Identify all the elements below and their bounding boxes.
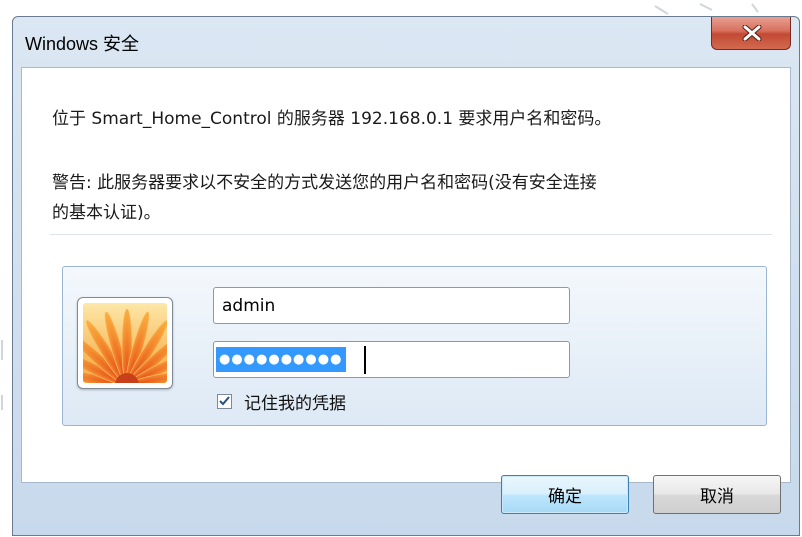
cancel-button[interactable]: 取消	[653, 475, 781, 514]
user-avatar	[77, 297, 173, 389]
username-field[interactable]	[213, 287, 570, 324]
title-bar[interactable]: Windows 安全	[13, 17, 799, 67]
password-field[interactable]: ●●●●●●●●●●	[213, 341, 570, 378]
checkmark-icon	[219, 396, 230, 406]
windows-security-dialog: Windows 安全 位于 Smart_Home_Control 的服务器 19…	[12, 16, 800, 536]
warning-message-line-1: 警告: 此服务器要求以不安全的方式发送您的用户名和密码(没有安全连接	[52, 173, 597, 193]
remember-credentials-option[interactable]: 记住我的凭据	[217, 391, 346, 414]
ok-button[interactable]: 确定	[501, 475, 629, 514]
warning-message-line-2: 的基本认证)。	[52, 203, 161, 223]
dialog-title: Windows 安全	[25, 34, 140, 54]
dialog-content: 位于 Smart_Home_Control 的服务器 192.168.0.1 要…	[21, 67, 791, 483]
server-message: 位于 Smart_Home_Control 的服务器 192.168.0.1 要…	[52, 109, 612, 129]
remember-label: 记住我的凭据	[244, 393, 346, 414]
divider	[50, 234, 772, 235]
password-mask-selected: ●●●●●●●●●●	[216, 347, 347, 372]
remember-checkbox[interactable]	[217, 393, 232, 409]
close-x-icon	[742, 25, 762, 41]
user-avatar-flower-icon	[83, 303, 167, 383]
credential-tile[interactable]: ●●●●●●●●●● 记住我的凭据	[62, 266, 767, 426]
text-caret	[364, 346, 366, 374]
close-button[interactable]	[711, 17, 791, 50]
